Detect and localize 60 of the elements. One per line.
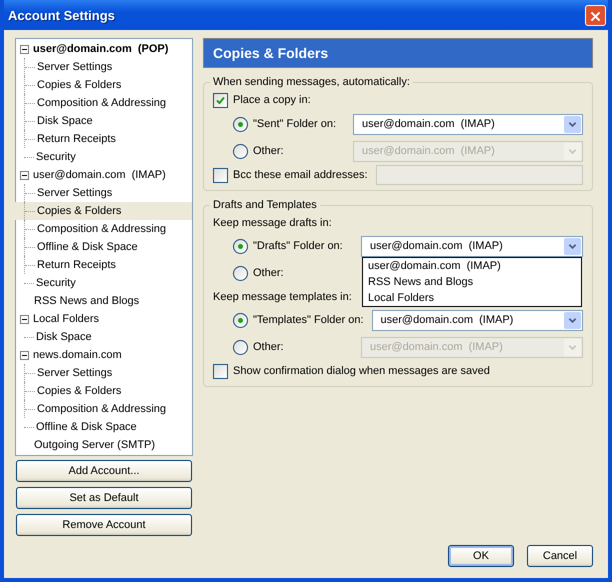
tree-item[interactable]: Copies & Folders — [36, 385, 122, 397]
checkbox[interactable] — [213, 168, 228, 182]
checkbox-label: Bcc these email addresses: — [233, 169, 368, 181]
radio-button[interactable] — [233, 340, 248, 354]
tree-item[interactable]: Security — [35, 151, 77, 163]
tree-item[interactable]: Disk Space — [36, 115, 94, 127]
account-button[interactable]: Set as Default — [16, 487, 192, 509]
panel-header: Copies & Folders — [203, 38, 593, 68]
radio-button[interactable] — [233, 116, 248, 132]
radio-label: Other: — [253, 267, 284, 279]
collapse-icon[interactable] — [20, 314, 29, 324]
checkbox[interactable] — [213, 92, 228, 108]
group-legend: Drafts and Templates — [210, 199, 320, 211]
tree-item[interactable]: Server Settings — [36, 61, 114, 73]
tree-item[interactable]: Security — [35, 277, 77, 289]
radio-button[interactable] — [233, 144, 248, 158]
radio-label: "Templates" Folder on: — [253, 314, 364, 326]
collapse-icon[interactable] — [20, 350, 29, 360]
tree-item[interactable]: Composition & Addressing — [36, 403, 168, 415]
tree-item[interactable]: Offline & Disk Space — [35, 421, 138, 433]
radio-label: "Sent" Folder on: — [253, 118, 336, 130]
radio-button[interactable] — [233, 238, 248, 254]
radio-button[interactable] — [233, 266, 248, 280]
radio-label: Other: — [253, 341, 284, 353]
group-heading: Keep message templates in: — [213, 290, 352, 302]
folder-dropdown[interactable]: user@domain.com (IMAP) — [372, 310, 583, 330]
tree-item[interactable]: news.domain.com — [32, 349, 123, 361]
radio-label: Other: — [253, 145, 284, 157]
dialog-button[interactable]: OK — [448, 545, 514, 567]
tree-item[interactable]: Return Receipts — [36, 259, 117, 271]
account-button[interactable]: Add Account... — [16, 460, 192, 482]
tree-item[interactable]: Local Folders — [32, 313, 100, 325]
tree-item[interactable]: RSS News and Blogs — [33, 295, 140, 307]
tree-item[interactable]: Composition & Addressing — [36, 97, 168, 109]
tree-item[interactable]: user@domain.com (POP) — [32, 43, 170, 55]
account-button[interactable]: Remove Account — [16, 514, 192, 536]
dropdown-option[interactable]: Local Folders — [363, 290, 581, 306]
radio-button[interactable] — [233, 312, 248, 328]
checkbox[interactable] — [213, 364, 228, 378]
tree-item[interactable]: Copies & Folders — [36, 79, 122, 91]
checkbox-label: Place a copy in: — [233, 94, 311, 106]
checkbox-label: Show confirmation dialog when messages are saved — [233, 365, 490, 377]
dialog-button[interactable]: Cancel — [527, 545, 593, 567]
dropdown-option[interactable]: RSS News and Blogs — [363, 274, 581, 290]
group-legend: When sending messages, automatically: — [210, 76, 413, 88]
collapse-icon[interactable] — [20, 44, 29, 54]
tree-item[interactable]: Return Receipts — [36, 133, 117, 145]
window-title: Account Settings — [8, 8, 115, 22]
tree-item[interactable]: Server Settings — [36, 187, 114, 199]
collapse-icon[interactable] — [20, 170, 29, 180]
tree-item[interactable]: user@domain.com (IMAP) — [32, 169, 167, 181]
radio-label: "Drafts" Folder on: — [253, 240, 343, 252]
tree-item[interactable]: Composition & Addressing — [36, 223, 168, 235]
tree-item[interactable]: Outgoing Server (SMTP) — [33, 439, 156, 451]
tree-item[interactable]: Server Settings — [36, 367, 114, 379]
tree-item[interactable]: Disk Space — [35, 331, 93, 343]
folder-dropdown[interactable]: user@domain.com (IMAP) — [353, 114, 583, 134]
tree-item[interactable]: Offline & Disk Space — [36, 241, 139, 253]
group-heading: Keep message drafts in: — [213, 216, 332, 228]
dropdown-option[interactable]: user@domain.com (IMAP) — [363, 258, 581, 274]
